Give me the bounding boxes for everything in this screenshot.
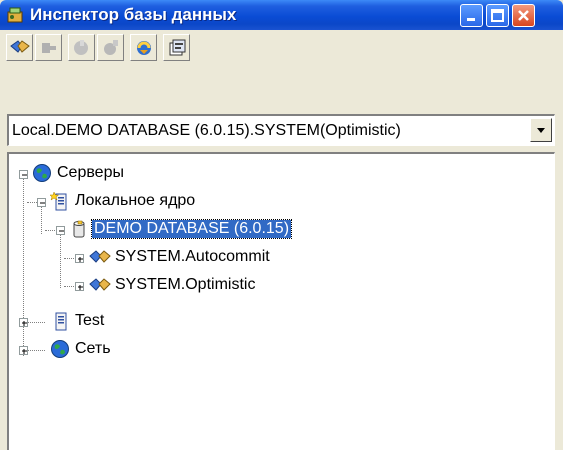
database-inspector-window: Инспектор базы данных Local.DEMO DATABAS… (0, 0, 563, 450)
refresh-icon (137, 41, 151, 55)
minimize-button[interactable] (460, 4, 483, 27)
plus-icon (22, 321, 27, 326)
disconnect-icon (42, 43, 56, 53)
tree-node-test[interactable]: Test (9, 310, 309, 334)
connection-combobox[interactable]: Local.DEMO DATABASE (6.0.15).SYSTEM(Opti… (7, 114, 555, 146)
remove-database-icon (104, 40, 118, 55)
properties-button[interactable] (163, 34, 190, 61)
connect-icon (10, 40, 30, 53)
tree-node-label: DEMO DATABASE (6.0.15) (90, 219, 293, 239)
collapse-toggle[interactable] (37, 198, 46, 207)
tree-node-network[interactable]: Сеть (9, 338, 309, 362)
tree-node-servers[interactable]: Серверы (9, 162, 309, 186)
app-icon (6, 6, 24, 24)
close-button[interactable] (512, 4, 535, 27)
globe-icon (33, 164, 51, 182)
expand-toggle[interactable] (19, 318, 28, 327)
server-icon (55, 312, 67, 331)
minus-icon (22, 174, 27, 176)
close-icon (518, 10, 529, 21)
connection-value: Local.DEMO DATABASE (6.0.15).SYSTEM(Opti… (12, 122, 401, 139)
tree-node-label: SYSTEM.Optimistic (115, 276, 256, 293)
tree-node-label: Локальное ядро (75, 192, 196, 209)
window-title: Инспектор базы данных (30, 5, 237, 24)
title-bar[interactable]: Инспектор базы данных (0, 0, 563, 30)
plus-icon (78, 285, 83, 290)
remove-database-button[interactable] (97, 34, 124, 61)
tree-node-label: SYSTEM.Autocommit (115, 248, 270, 265)
combo-dropdown-button[interactable] (530, 118, 552, 142)
toolbar (6, 34, 556, 66)
collapse-toggle[interactable] (19, 170, 28, 179)
plus-icon (78, 257, 83, 262)
tree-node-label: Test (75, 312, 105, 329)
connect-button[interactable] (6, 34, 33, 61)
disconnect-button[interactable] (35, 34, 62, 61)
tree-node-local-core[interactable]: Локальное ядро (9, 190, 309, 214)
tree-node-demo-database[interactable]: DEMO DATABASE (6.0.15) (9, 218, 409, 242)
handshake-icon (89, 250, 111, 263)
expand-toggle[interactable] (75, 282, 84, 291)
plus-icon (22, 349, 27, 354)
database-tree[interactable]: Серверы Локальное ядро DEMO DATABASE (6.… (7, 152, 555, 450)
expand-toggle[interactable] (19, 346, 28, 355)
add-database-icon (74, 40, 88, 55)
refresh-button[interactable] (130, 34, 157, 61)
minimize-icon (467, 18, 475, 21)
server-icon (50, 191, 67, 211)
handshake-icon (89, 278, 111, 291)
tree-node-label: Сеть (75, 340, 111, 357)
globe-icon (51, 340, 69, 358)
chevron-down-icon (537, 128, 545, 133)
maximize-icon (491, 9, 504, 22)
add-database-button[interactable] (68, 34, 95, 61)
maximize-button[interactable] (486, 4, 509, 27)
tree-node-label: Серверы (57, 164, 124, 181)
minus-icon (40, 202, 45, 204)
properties-icon (169, 39, 186, 56)
tree-node-system-optimistic[interactable]: SYSTEM.Optimistic (9, 274, 409, 298)
collapse-toggle[interactable] (56, 226, 65, 235)
database-icon (73, 220, 85, 238)
tree-node-system-autocommit[interactable]: SYSTEM.Autocommit (9, 246, 409, 270)
expand-toggle[interactable] (75, 254, 84, 263)
minus-icon (59, 230, 64, 232)
